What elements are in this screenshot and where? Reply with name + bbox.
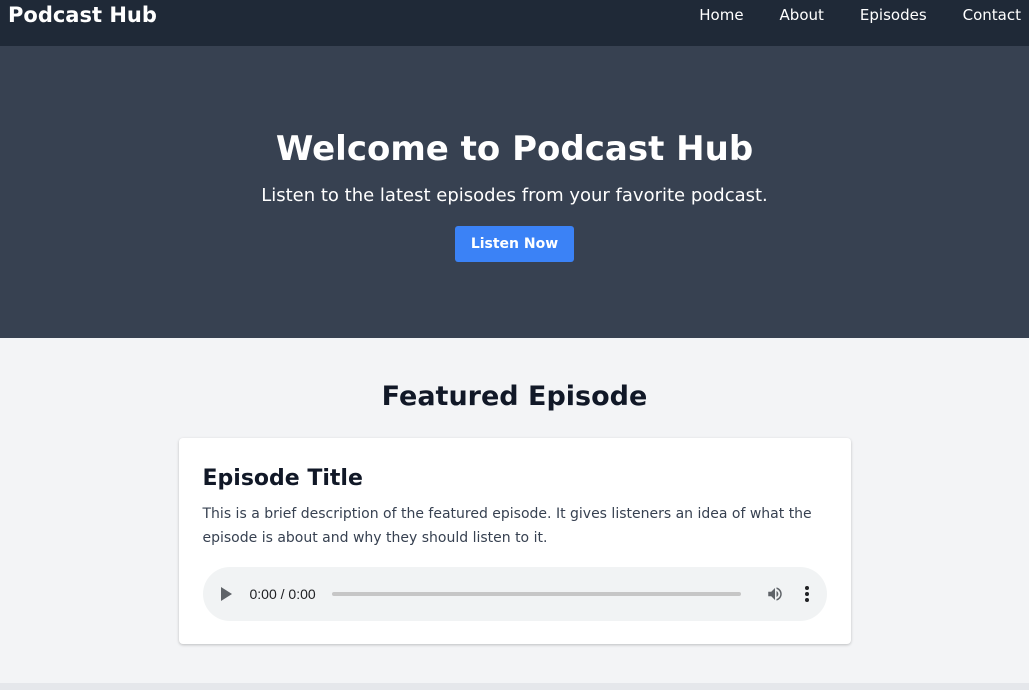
episode-title: Episode Title: [202, 466, 363, 491]
hero-section: Welcome to Podcast Hub Listen to the lat…: [0, 46, 1029, 338]
more-vert-icon[interactable]: [803, 586, 811, 602]
featured-heading: Featured Episode: [381, 381, 648, 412]
nav-link-contact[interactable]: Contact: [963, 0, 1021, 30]
main-nav: Home About Episodes Contact: [699, 0, 1021, 30]
hero-title: Welcome to Podcast Hub: [275, 129, 754, 169]
top-navbar: Podcast Hub Home About Episodes Contact: [0, 0, 1029, 46]
player-time: 0:00 / 0:00: [249, 586, 316, 602]
volume-icon[interactable]: [765, 585, 785, 603]
progress-slider[interactable]: [331, 592, 741, 596]
featured-section: Featured Episode Episode Title This is a…: [0, 338, 1029, 644]
audio-player: 0:00 / 0:00: [202, 567, 827, 621]
brand-logo[interactable]: Podcast Hub: [8, 0, 157, 30]
play-icon[interactable]: [220, 587, 232, 601]
episode-description: This is a brief description of the featu…: [202, 506, 812, 546]
hero-subtitle: Listen to the latest episodes from your …: [261, 185, 768, 206]
nav-link-episodes[interactable]: Episodes: [860, 0, 927, 30]
nav-link-home[interactable]: Home: [699, 0, 743, 30]
listen-now-button[interactable]: Listen Now: [454, 226, 575, 262]
footer-edge: [0, 683, 1029, 690]
episode-card: Episode Title This is a brief descriptio…: [178, 438, 851, 644]
nav-link-about[interactable]: About: [780, 0, 824, 30]
